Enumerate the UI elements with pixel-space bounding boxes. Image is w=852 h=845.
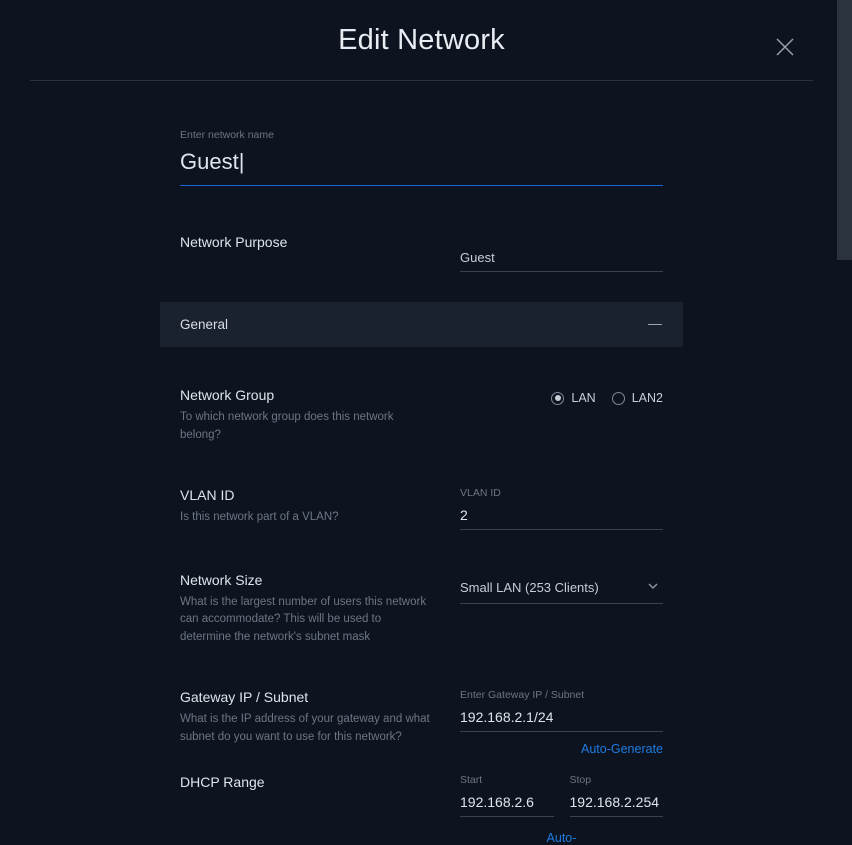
network-group-row: Network Group To which network group doe… [180, 387, 663, 445]
vlan-id-row: VLAN ID Is this network part of a VLAN? … [180, 487, 663, 530]
radio-lan2[interactable]: LAN2 [612, 391, 663, 405]
network-group-label: Network Group [180, 387, 430, 403]
radio-dot-icon [551, 392, 564, 405]
dhcp-stop-input[interactable] [570, 794, 664, 817]
close-button[interactable] [775, 37, 799, 61]
network-name-label: Enter network name [180, 129, 663, 141]
vlan-id-help: Is this network part of a VLAN? [180, 509, 430, 527]
dhcp-start-input[interactable] [460, 794, 554, 817]
vlan-id-input[interactable] [460, 507, 663, 530]
radio-lan[interactable]: LAN [551, 391, 595, 405]
dhcp-start-label: Start [460, 774, 554, 786]
modal-header: Edit Network [30, 0, 813, 81]
network-size-value: Small LAN (253 Clients) [460, 580, 599, 595]
network-purpose-row: Network Purpose [180, 234, 663, 272]
auto-generate-link[interactable]: Auto-Generate [460, 742, 663, 756]
modal-content: Enter network name Network Purpose Gener… [30, 81, 813, 845]
scrollbar[interactable] [837, 0, 852, 260]
network-size-select[interactable]: Small LAN (253 Clients) [460, 572, 663, 604]
collapse-icon [647, 324, 663, 326]
network-purpose-input[interactable] [460, 234, 663, 272]
gateway-row: Gateway IP / Subnet What is the IP addre… [180, 689, 663, 756]
gateway-input-label: Enter Gateway IP / Subnet [460, 689, 663, 701]
chevron-down-icon [647, 580, 659, 592]
gateway-label: Gateway IP / Subnet [180, 689, 430, 705]
radio-lan-label: LAN [571, 391, 595, 405]
vlan-id-input-label: VLAN ID [460, 487, 663, 499]
dhcp-range-row: DHCP Range Start Stop Auto- [180, 774, 663, 845]
gateway-help: What is the IP address of your gateway a… [180, 711, 430, 747]
modal-title: Edit Network [338, 24, 505, 57]
network-group-radios: LAN LAN2 [460, 387, 663, 405]
network-purpose-label: Network Purpose [180, 234, 430, 250]
radio-dot-icon [612, 392, 625, 405]
section-header-label: General [180, 317, 228, 332]
network-name-field: Enter network name [180, 129, 663, 186]
dhcp-stop-label: Stop [570, 774, 664, 786]
edit-network-modal: Edit Network Enter network name Network … [30, 0, 813, 845]
radio-lan2-label: LAN2 [632, 391, 663, 405]
network-size-help: What is the largest number of users this… [180, 594, 430, 647]
vlan-id-label: VLAN ID [180, 487, 430, 503]
auto-configure-link[interactable]: Auto- [460, 831, 663, 845]
network-group-help: To which network group does this network… [180, 409, 430, 445]
close-icon [775, 44, 795, 61]
section-header-general[interactable]: General [160, 302, 683, 347]
gateway-input[interactable] [460, 709, 663, 732]
network-name-input[interactable] [180, 149, 663, 186]
network-size-row: Network Size What is the largest number … [180, 572, 663, 647]
network-size-label: Network Size [180, 572, 430, 588]
dhcp-range-label: DHCP Range [180, 774, 430, 790]
